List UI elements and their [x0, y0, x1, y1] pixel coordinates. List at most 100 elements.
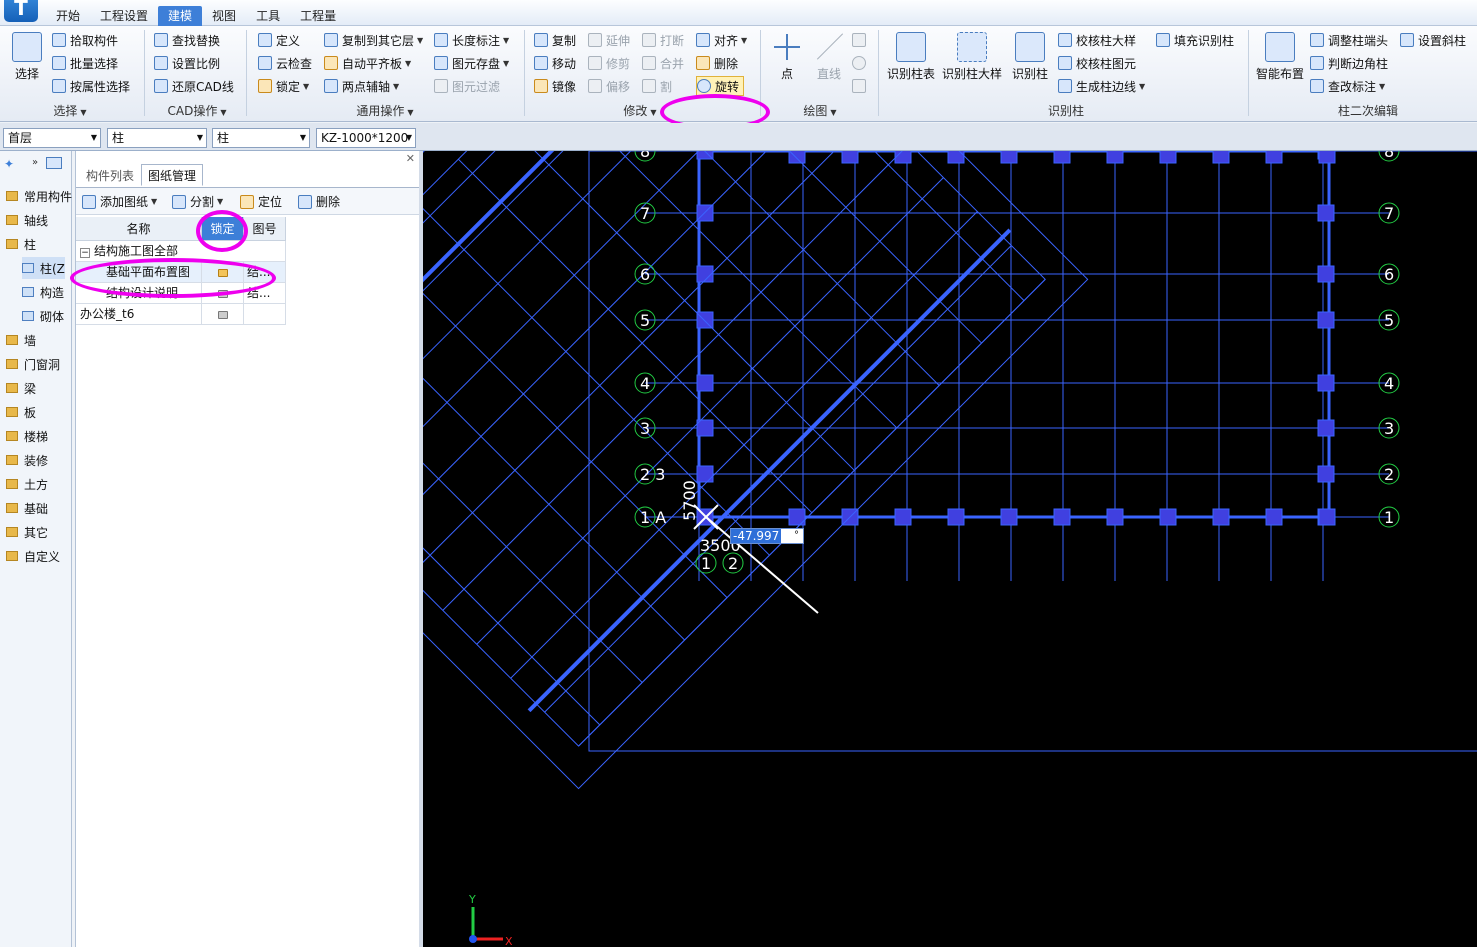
expand-icon[interactable]: »	[32, 157, 38, 168]
save-element-button[interactable]: 图元存盘 ▼	[434, 53, 509, 73]
nav-column-sub[interactable]: 柱(Z	[22, 257, 65, 279]
identify-column-detail-button[interactable]: 识别柱大样	[940, 32, 1004, 82]
locate-button[interactable]: 定位	[240, 193, 282, 210]
table-row-number[interactable]	[244, 304, 286, 325]
lock-button[interactable]: 锁定 ▼	[258, 76, 309, 96]
nav-other[interactable]: 其它	[6, 521, 48, 543]
column-icon	[1015, 32, 1045, 62]
tab-start[interactable]: 开始	[46, 6, 90, 26]
nav-earthwork[interactable]: 土方	[6, 473, 48, 495]
select-button[interactable]: 选择	[8, 32, 46, 82]
rotated-grid-line	[585, 151, 940, 386]
nav-axis[interactable]: 轴线	[6, 209, 48, 231]
group-general-label[interactable]: 通用操作 ▼	[330, 102, 440, 120]
component-select[interactable]: KZ-1000*1200 ▼	[316, 128, 416, 148]
split-drawing-button[interactable]: 分割 ▼	[172, 193, 223, 210]
delete-drawing-button[interactable]: 删除	[298, 193, 340, 210]
floor-select[interactable]: 首层 ▼	[3, 128, 101, 148]
generate-column-edge-button[interactable]: 生成柱边线 ▼	[1058, 76, 1145, 96]
pin-icon[interactable]: ✦	[4, 157, 14, 171]
break-button[interactable]: 打断	[642, 30, 684, 50]
judge-corner-column-button[interactable]: 判断边角柱	[1310, 53, 1388, 73]
copy-to-floor-button[interactable]: 复制到其它层 ▼	[324, 30, 423, 50]
element-filter-button[interactable]: 图元过滤	[434, 76, 500, 96]
auto-align-slab-button[interactable]: 自动平齐板 ▼	[324, 53, 411, 73]
delete-button[interactable]: 删除	[696, 53, 738, 73]
copy-button[interactable]: 复制	[534, 30, 576, 50]
app-logo[interactable]: T	[4, 0, 38, 22]
cad-drawing[interactable]: 8 87 76 65 54 43 32 3 21 A 11 2 Y X	[423, 151, 1477, 947]
nav-common-components[interactable]: 常用构件	[6, 185, 72, 207]
draw-point-button[interactable]: 点	[770, 32, 804, 82]
nav-column[interactable]: 柱	[6, 233, 36, 255]
tab-modeling[interactable]: 建模	[158, 6, 203, 26]
type-select[interactable]: 柱 ▼	[212, 128, 310, 148]
smart-layout-button[interactable]: 智能布置	[1254, 32, 1306, 82]
check-column-element-button[interactable]: 校核柱图元	[1058, 53, 1136, 73]
move-button[interactable]: 移动	[534, 53, 576, 73]
nav-construction-column[interactable]: 构造	[22, 281, 64, 303]
rect-tool-button[interactable]	[852, 76, 870, 96]
offset-label: 偏移	[606, 79, 631, 94]
find-replace-button[interactable]: 查找替换	[154, 30, 220, 50]
adjust-column-end-button[interactable]: 调整柱端头	[1310, 30, 1388, 50]
nav-decoration[interactable]: 装修	[6, 449, 48, 471]
merge-button[interactable]: 合并	[642, 53, 684, 73]
set-inclined-column-button[interactable]: 设置斜柱	[1400, 30, 1466, 50]
rotate-button[interactable]: 旋转	[696, 76, 745, 96]
draw-line-button[interactable]: 直线	[812, 32, 846, 82]
column-header-number[interactable]: 图号	[244, 217, 286, 241]
define-button[interactable]: 定义	[258, 30, 300, 50]
circle-tool-button[interactable]	[852, 53, 870, 73]
restore-cad-lines-button[interactable]: 还原CAD线	[154, 76, 234, 96]
tab-view[interactable]: 视图	[202, 6, 246, 26]
extend-button[interactable]: 延伸	[588, 30, 630, 50]
select-by-property-button[interactable]: 按属性选择	[52, 76, 130, 96]
two-point-axis-button[interactable]: 两点辅轴 ▼	[324, 76, 399, 96]
collapse-icon[interactable]: −	[80, 248, 90, 258]
close-icon[interactable]: ✕	[406, 152, 415, 165]
table-row-name[interactable]: 办公楼_t6	[76, 304, 202, 325]
tab-quantity[interactable]: 工程量	[290, 6, 346, 26]
view-toggle-icon[interactable]	[46, 157, 62, 169]
nav-beam[interactable]: 梁	[6, 377, 36, 399]
batch-select-button[interactable]: 批量选择	[52, 53, 118, 73]
nav-custom[interactable]: 自定义	[6, 545, 60, 567]
add-drawing-button[interactable]: 添加图纸 ▼	[82, 193, 157, 210]
identify-column-button[interactable]: 识别柱	[1008, 32, 1052, 82]
split-button[interactable]: 割	[642, 76, 672, 96]
group-select-label[interactable]: 选择 ▼	[40, 102, 100, 120]
set-inclined-column-label: 设置斜柱	[1418, 33, 1467, 48]
offset-button[interactable]: 偏移	[588, 76, 630, 96]
fill-identify-column-button[interactable]: 填充识别柱	[1156, 30, 1234, 50]
nav-masonry-column[interactable]: 砌体	[22, 305, 64, 327]
edit-annotation-button[interactable]: 查改标注 ▼	[1310, 76, 1385, 96]
nav-door-window[interactable]: 门窗洞	[6, 353, 60, 375]
nav-stairs[interactable]: 楼梯	[6, 425, 48, 447]
nav-wall[interactable]: 墙	[6, 329, 36, 351]
tab-tools[interactable]: 工具	[246, 6, 290, 26]
cloud-check-button[interactable]: 云检查	[258, 53, 312, 73]
tab-project-settings[interactable]: 工程设置	[90, 6, 158, 26]
cad-canvas[interactable]: 8877665544332 321 A112 Y X 5700 3500 -47…	[423, 151, 1477, 947]
nav-foundation[interactable]: 基础	[6, 497, 48, 519]
align-button[interactable]: 对齐 ▼	[696, 30, 747, 50]
pick-component-button[interactable]: 拾取构件	[52, 30, 118, 50]
length-dimension-button[interactable]: 长度标注 ▼	[434, 30, 509, 50]
group-draw-label[interactable]: 绘图 ▼	[790, 102, 850, 120]
arc-tool-button[interactable]	[852, 30, 870, 50]
tab-component-list[interactable]: 构件列表	[79, 164, 141, 186]
table-row-lock[interactable]	[202, 304, 244, 325]
mirror-button[interactable]: 镜像	[534, 76, 576, 96]
nav-slab[interactable]: 板	[6, 401, 36, 423]
check-column-detail-button[interactable]: 校核柱大样	[1058, 30, 1136, 50]
category-select[interactable]: 柱 ▼	[107, 128, 207, 148]
trim-button[interactable]: 修剪	[588, 53, 630, 73]
set-scale-button[interactable]: 设置比例	[154, 53, 220, 73]
identify-column-table-button[interactable]: 识别柱表	[884, 32, 938, 82]
align-icon	[696, 33, 710, 47]
rotation-angle-input[interactable]: -47.997 °	[730, 528, 804, 544]
column-header-name[interactable]: 名称	[76, 217, 202, 241]
group-cad-label[interactable]: CAD操作 ▼	[152, 102, 242, 120]
tab-drawing-management[interactable]: 图纸管理	[141, 164, 204, 186]
